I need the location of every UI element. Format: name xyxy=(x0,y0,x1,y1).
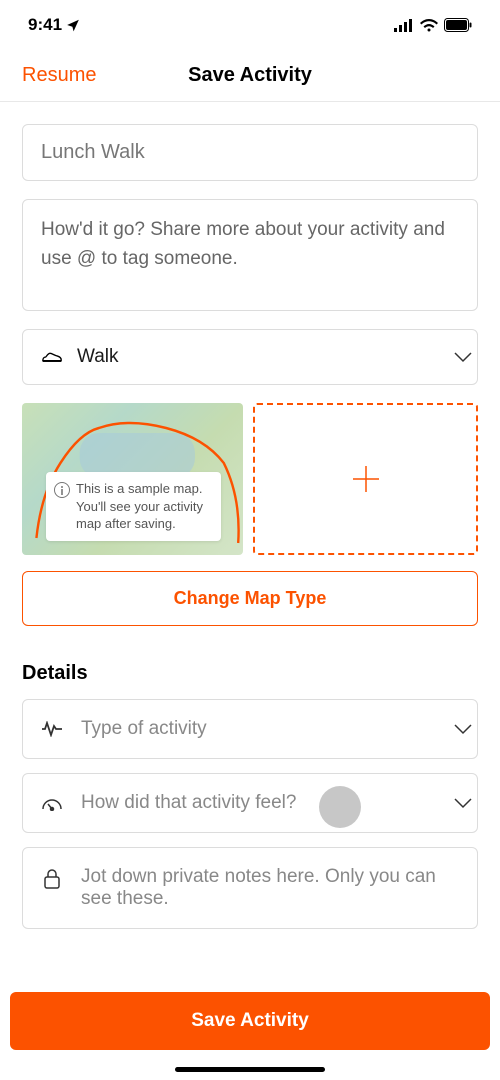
details-heading: Details xyxy=(22,662,478,685)
resume-button[interactable]: Resume xyxy=(22,64,96,87)
home-indicator xyxy=(175,1067,325,1072)
perceived-effort-label: How did that activity feel? xyxy=(81,792,296,814)
status-bar: 9:41 xyxy=(0,0,500,50)
change-map-type-button[interactable]: Change Map Type xyxy=(22,571,478,626)
cellular-icon xyxy=(394,19,414,32)
activity-title-input[interactable]: Lunch Walk xyxy=(22,124,478,181)
status-time-group: 9:41 xyxy=(28,15,80,35)
chevron-down-icon xyxy=(453,797,473,809)
gauge-icon xyxy=(41,795,63,811)
type-of-activity-select[interactable]: Type of activity xyxy=(22,699,478,759)
save-activity-button[interactable]: Save Activity xyxy=(10,992,490,1050)
status-icons xyxy=(394,18,472,32)
status-time: 9:41 xyxy=(28,15,62,35)
content-area: Lunch Walk How'd it go? Share more about… xyxy=(0,102,500,929)
shoe-icon xyxy=(41,348,63,366)
touch-indicator xyxy=(319,786,361,828)
map-thumbnail[interactable]: This is a sample map. You'll see your ac… xyxy=(22,403,243,555)
chevron-down-icon xyxy=(453,351,473,363)
private-notes-input[interactable]: Jot down private notes here. Only you ca… xyxy=(22,847,478,929)
private-notes-label: Jot down private notes here. Only you ca… xyxy=(81,866,459,910)
lock-icon xyxy=(41,868,63,890)
wifi-icon xyxy=(420,19,438,32)
map-sample-note: This is a sample map. You'll see your ac… xyxy=(46,472,221,541)
perceived-effort-select[interactable]: How did that activity feel? xyxy=(22,773,478,833)
battery-icon xyxy=(444,18,472,32)
page-title: Save Activity xyxy=(188,64,312,87)
activity-type-select[interactable]: Walk xyxy=(22,329,478,385)
header: Resume Save Activity xyxy=(0,50,500,102)
info-icon xyxy=(54,482,70,498)
add-photo-button[interactable] xyxy=(253,403,478,555)
location-arrow-icon xyxy=(66,18,80,32)
chevron-down-icon xyxy=(453,723,473,735)
type-of-activity-label: Type of activity xyxy=(81,718,207,740)
activity-description-input[interactable]: How'd it go? Share more about your activ… xyxy=(22,199,478,311)
activity-pulse-icon xyxy=(41,721,63,737)
map-row: This is a sample map. You'll see your ac… xyxy=(22,403,478,555)
activity-type-value: Walk xyxy=(77,346,119,368)
plus-icon xyxy=(351,464,381,494)
bottom-bar: Save Activity xyxy=(10,992,490,1050)
map-note-text: This is a sample map. You'll see your ac… xyxy=(76,481,203,531)
